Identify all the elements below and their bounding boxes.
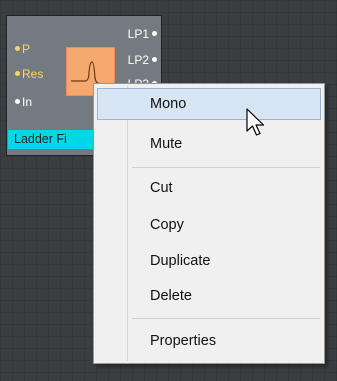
menu-item-properties[interactable]: Properties [97, 325, 321, 357]
menu-item-copy[interactable]: Copy [97, 209, 321, 241]
port-dot-icon [15, 46, 20, 52]
output-port-lp2[interactable]: LP2 [128, 53, 157, 67]
input-port-res[interactable]: Res [15, 67, 43, 81]
menu-separator [132, 167, 320, 168]
arrow-cursor-icon [246, 108, 268, 145]
menu-item-cut[interactable]: Cut [97, 172, 321, 204]
menu-separator [132, 318, 320, 319]
port-dot-icon [152, 57, 157, 63]
input-port-p[interactable]: P [15, 42, 30, 56]
menu-item-duplicate[interactable]: Duplicate [97, 245, 321, 277]
port-dot-icon [15, 99, 20, 105]
menu-item-mono[interactable]: Mono [97, 88, 321, 120]
port-dot-icon [152, 31, 157, 37]
port-dot-icon [15, 71, 20, 77]
input-port-in[interactable]: In [15, 95, 32, 109]
menu-item-delete[interactable]: Delete [97, 280, 321, 312]
menu-item-mute[interactable]: Mute [97, 128, 321, 160]
output-port-lp1[interactable]: LP1 [128, 27, 157, 41]
context-menu: Mono Mute Cut Copy Duplicate Delete Prop… [93, 83, 325, 364]
